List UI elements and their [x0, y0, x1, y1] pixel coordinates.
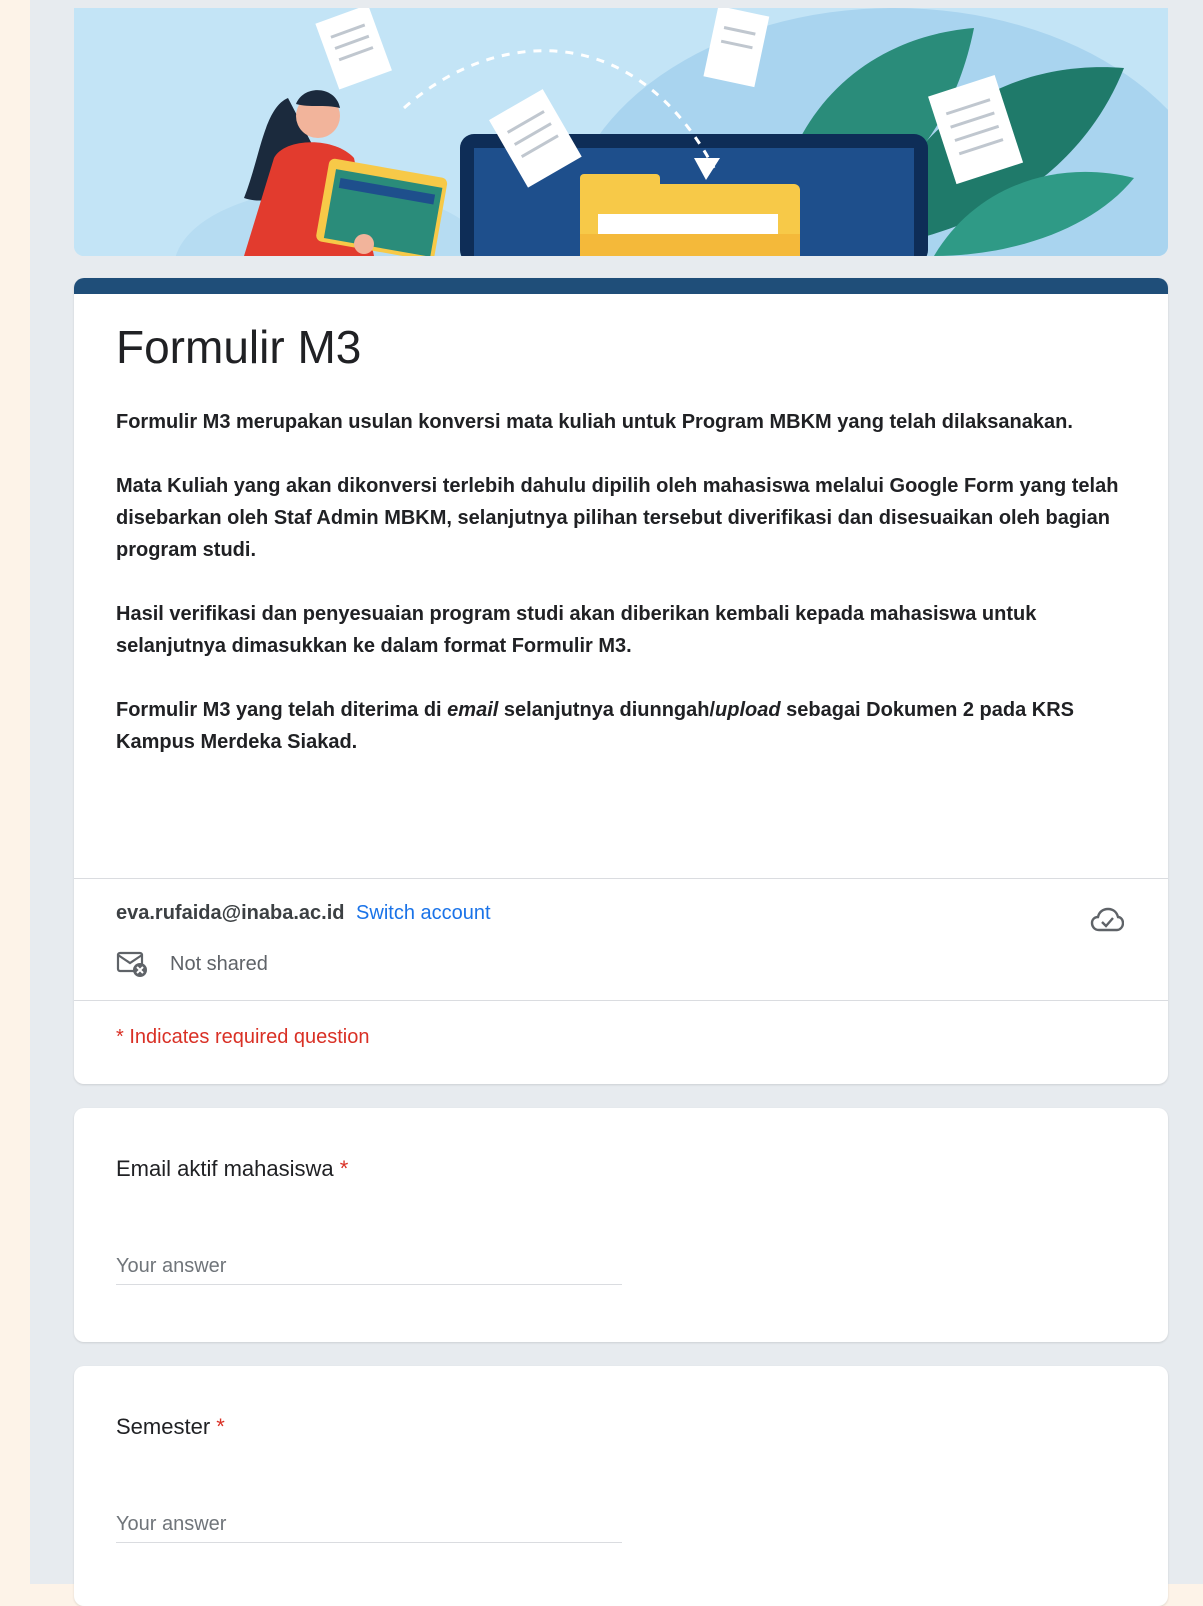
- not-shared-row: Not shared: [116, 950, 268, 978]
- question-card: Semester *: [74, 1366, 1168, 1606]
- description-paragraph: Formulir M3 merupakan usulan konversi ma…: [116, 411, 1073, 433]
- required-note: * Indicates required question: [116, 1026, 370, 1048]
- shared-status: Not shared: [170, 952, 268, 975]
- description-paragraph: Mata Kuliah yang akan dikonversi terlebi…: [116, 475, 1119, 561]
- required-asterisk: *: [339, 1156, 349, 1181]
- semester-answer-input[interactable]: [116, 1506, 622, 1543]
- switch-account-link[interactable]: Switch account: [356, 902, 491, 924]
- theme-color-bar: [74, 278, 1168, 294]
- question-label: Email aktif mahasiswa *: [116, 1156, 349, 1181]
- divider: [74, 1000, 1168, 1001]
- form-title: Formulir M3: [116, 321, 362, 373]
- mail-not-shared-icon: [116, 951, 147, 977]
- divider: [74, 878, 1168, 879]
- description-paragraph: Formulir M3 yang telah diterima di email…: [116, 699, 1074, 753]
- account-row: eva.rufaida@inaba.ac.id Switch account: [116, 902, 491, 925]
- question-card: Email aktif mahasiswa *: [74, 1108, 1168, 1342]
- form-header-card: Formulir M3 Formulir M3 merupakan usulan…: [74, 278, 1168, 1084]
- header-banner-image: [74, 8, 1168, 256]
- form-description: Formulir M3 merupakan usulan konversi ma…: [116, 406, 1126, 790]
- account-email: eva.rufaida@inaba.ac.id: [116, 902, 345, 924]
- description-paragraph: Hasil verifikasi dan penyesuaian program…: [116, 603, 1037, 657]
- question-label: Semester *: [116, 1414, 225, 1439]
- email-answer-input[interactable]: [116, 1248, 622, 1285]
- cloud-check-icon[interactable]: [1090, 906, 1125, 939]
- required-asterisk: *: [216, 1414, 225, 1439]
